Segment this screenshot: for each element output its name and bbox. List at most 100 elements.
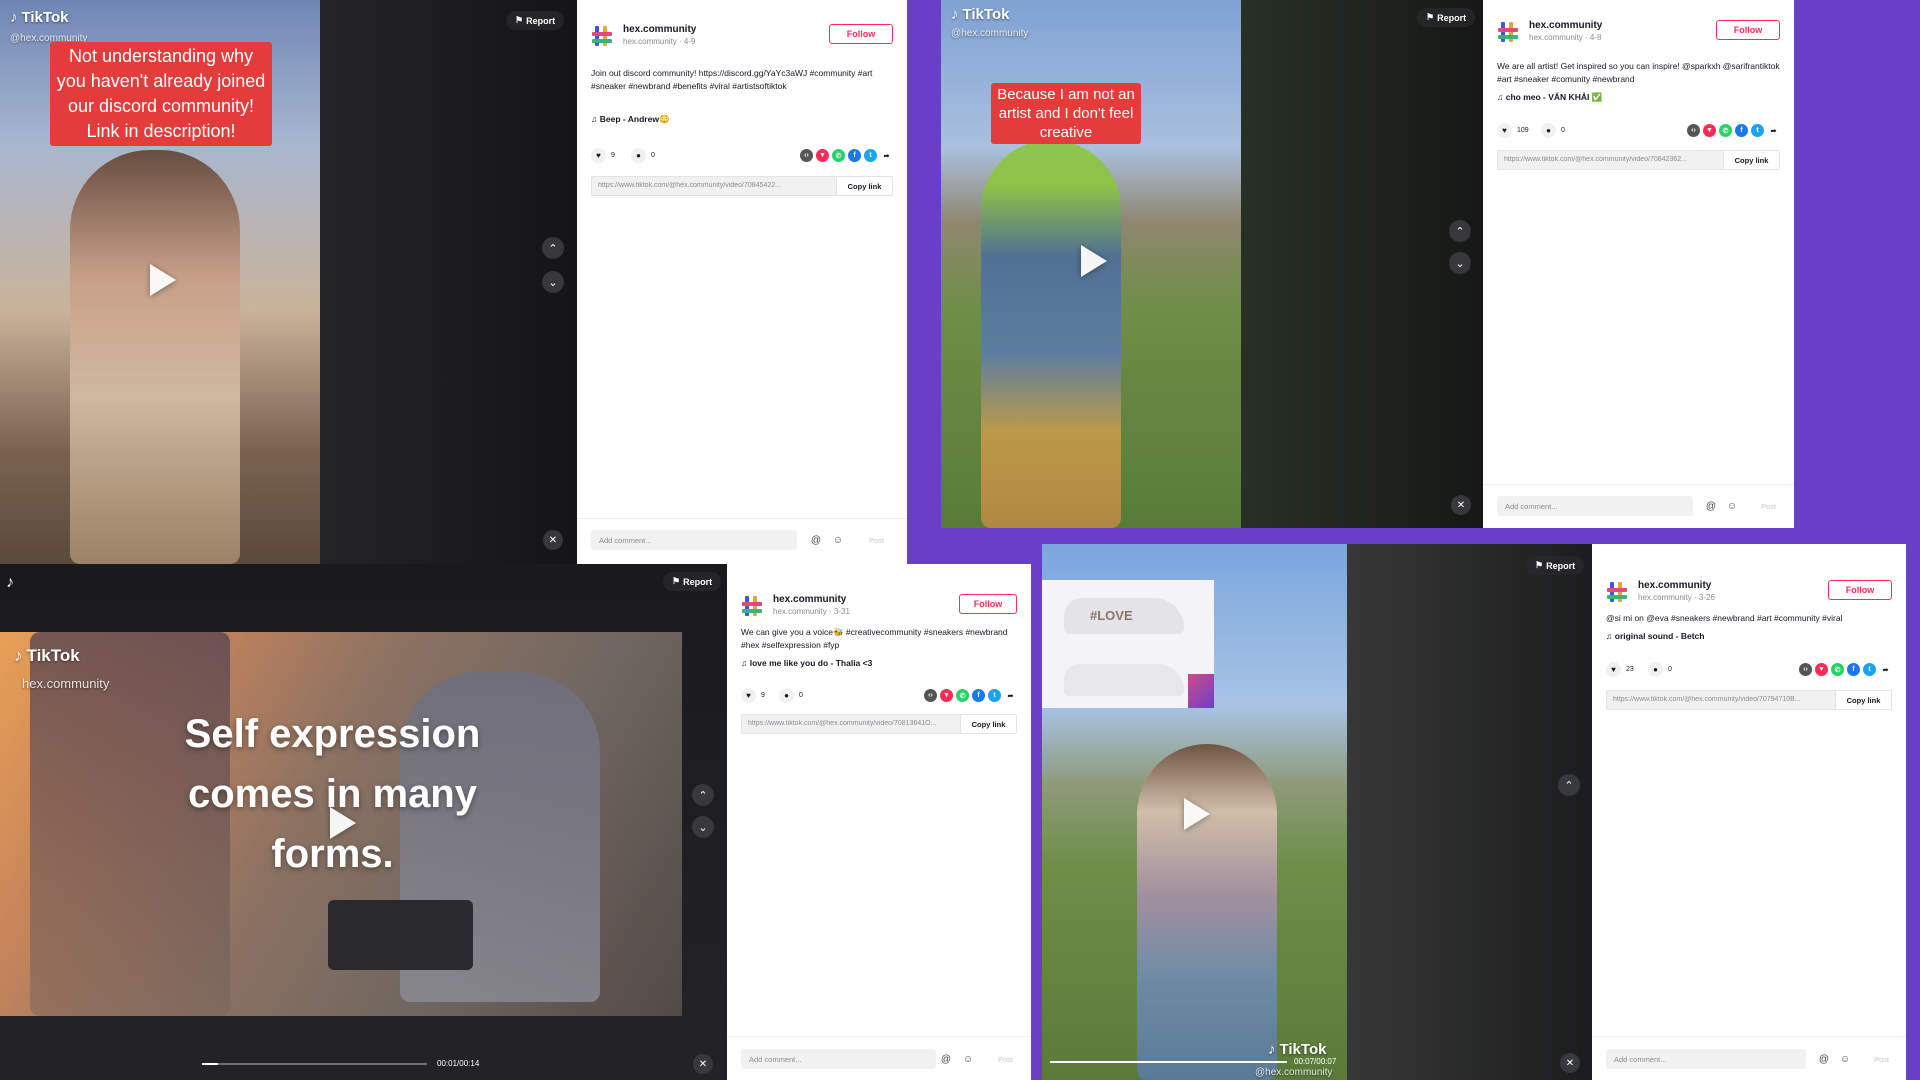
twitter-icon[interactable]: t — [864, 149, 877, 162]
like-stat[interactable]: ♥ 9 — [591, 148, 615, 163]
play-icon[interactable] — [150, 264, 176, 296]
like-stat[interactable]: ♥ 9 — [741, 688, 765, 703]
comment-stat[interactable]: ● 0 — [779, 688, 803, 703]
whatsapp-icon[interactable]: ✆ — [1831, 663, 1844, 676]
video-player[interactable]: ♪ ♪ TikTok hex.community Self expression… — [0, 564, 727, 1080]
post-button[interactable]: Post — [1874, 1055, 1889, 1064]
play-icon[interactable] — [1081, 245, 1107, 277]
embed-icon[interactable]: ‹› — [1687, 124, 1700, 137]
username[interactable]: hex.community — [623, 24, 696, 35]
at-icon[interactable]: @ — [810, 534, 822, 546]
post-description: We can give you a voice🐝 #creativecommun… — [741, 627, 1008, 650]
share-arrow-icon[interactable]: ➦ — [880, 149, 893, 162]
facebook-icon[interactable]: f — [848, 149, 861, 162]
embed-icon[interactable]: ‹› — [924, 689, 937, 702]
embed-icon[interactable]: ‹› — [1799, 663, 1812, 676]
follow-button[interactable]: Follow — [829, 24, 893, 44]
progress-bar[interactable] — [202, 1063, 427, 1065]
post-panel-1: ♪ TikTok @ hex.community Not understandin… — [0, 0, 907, 564]
music-link[interactable]: ♫ Beep - Andrew😳 — [591, 114, 893, 125]
friends-share-icon[interactable]: ▼ — [1703, 124, 1716, 137]
friends-share-icon[interactable]: ▼ — [940, 689, 953, 702]
twitter-icon[interactable]: t — [988, 689, 1001, 702]
chevron-up-icon[interactable]: ⌃ — [1449, 220, 1471, 242]
mute-icon[interactable]: ✕ — [543, 530, 563, 550]
embed-icon[interactable]: ‹› — [800, 149, 813, 162]
at-icon[interactable]: @ — [940, 1053, 952, 1065]
follow-button[interactable]: Follow — [1828, 580, 1892, 600]
report-button[interactable]: ⚑ Report — [1417, 8, 1476, 27]
report-button[interactable]: ⚑ Report — [506, 11, 565, 30]
chevron-up-icon[interactable]: ⌃ — [692, 784, 714, 806]
video-url[interactable]: https://www.tiktok.com/@hex.community/vi… — [1504, 156, 1717, 163]
comment-input[interactable]: Add comment... — [1497, 496, 1693, 516]
username[interactable]: hex.community — [1638, 580, 1711, 591]
music-link[interactable]: ♫ cho meo - VĂN KHẢI ✅ — [1497, 92, 1780, 103]
whatsapp-icon[interactable]: ✆ — [832, 149, 845, 162]
emoji-icon[interactable]: ☺ — [1726, 500, 1738, 512]
like-stat[interactable]: ♥ 109 — [1497, 123, 1529, 138]
video-player[interactable]: #LOVE ⚑ Report ⌃ 00:07/00:07 ♪ TikTok @h… — [1042, 544, 1592, 1080]
emoji-icon[interactable]: ☺ — [832, 534, 844, 546]
video-url[interactable]: https://www.tiktok.com/@hex.community/vi… — [748, 720, 954, 727]
avatar[interactable] — [1497, 20, 1521, 44]
progress-bar[interactable] — [1050, 1061, 1287, 1063]
twitter-icon[interactable]: t — [1751, 124, 1764, 137]
share-arrow-icon[interactable]: ➦ — [1879, 663, 1892, 676]
report-button[interactable]: ⚑ Report — [663, 572, 722, 591]
chevron-down-icon[interactable]: ⌄ — [692, 816, 714, 838]
mute-icon[interactable]: ✕ — [1560, 1053, 1580, 1073]
comment-stat[interactable]: ● 0 — [1541, 123, 1565, 138]
comment-input[interactable]: Add comment... — [741, 1049, 936, 1069]
music-link[interactable]: ♫ original sound - Betch — [1606, 631, 1892, 641]
copy-link-button[interactable]: Copy link — [1723, 151, 1779, 169]
emoji-icon[interactable]: ☺ — [962, 1053, 974, 1065]
username[interactable]: hex.community — [773, 594, 846, 605]
copy-link-button[interactable]: Copy link — [1835, 691, 1891, 709]
comment-input[interactable]: Add comment... — [1606, 1049, 1806, 1069]
whatsapp-icon[interactable]: ✆ — [956, 689, 969, 702]
music-link[interactable]: ♫ love me like you do - Thalia <3 — [741, 658, 1017, 668]
chevron-down-icon[interactable]: ⌄ — [1449, 252, 1471, 274]
avatar[interactable] — [1606, 580, 1630, 604]
comment-stat[interactable]: ● 0 — [1648, 662, 1672, 677]
at-icon[interactable]: @ — [1705, 500, 1717, 512]
follow-button[interactable]: Follow — [1716, 20, 1780, 40]
facebook-icon[interactable]: f — [1847, 663, 1860, 676]
video-url[interactable]: https://www.tiktok.com/@hex.community/vi… — [598, 182, 830, 189]
report-button[interactable]: ⚑ Report — [1526, 556, 1585, 575]
friends-share-icon[interactable]: ▼ — [1815, 663, 1828, 676]
post-button[interactable]: Post — [1761, 502, 1776, 511]
username[interactable]: hex.community — [1529, 20, 1602, 31]
post-button[interactable]: Post — [869, 536, 884, 545]
post-button[interactable]: Post — [998, 1055, 1013, 1064]
play-icon[interactable] — [1184, 798, 1210, 830]
mute-icon[interactable]: ✕ — [693, 1054, 713, 1074]
chevron-up-icon[interactable]: ⌃ — [542, 237, 564, 259]
at-icon[interactable]: @ — [1818, 1053, 1830, 1065]
friends-share-icon[interactable]: ▼ — [816, 149, 829, 162]
copy-link-button[interactable]: Copy link — [836, 177, 892, 195]
video-player[interactable]: ♪ TikTok @hex.community Because I am not… — [941, 0, 1483, 528]
inset-image: #LOVE — [1042, 580, 1214, 708]
like-stat[interactable]: ♥ 23 — [1606, 662, 1634, 677]
twitter-icon[interactable]: t — [1863, 663, 1876, 676]
copy-link-button[interactable]: Copy link — [960, 715, 1016, 733]
comment-stat[interactable]: ● 0 — [631, 148, 655, 163]
video-player[interactable]: ♪ TikTok @hex.community Not understandin… — [0, 0, 577, 564]
facebook-icon[interactable]: f — [1735, 124, 1748, 137]
whatsapp-icon[interactable]: ✆ — [1719, 124, 1732, 137]
facebook-icon[interactable]: f — [972, 689, 985, 702]
chevron-up-icon[interactable]: ⌃ — [1558, 774, 1580, 796]
chevron-down-icon[interactable]: ⌄ — [542, 271, 564, 293]
comment-input[interactable]: Add comment... — [591, 530, 797, 550]
avatar[interactable] — [591, 24, 615, 48]
share-arrow-icon[interactable]: ➦ — [1004, 689, 1017, 702]
video-url[interactable]: https://www.tiktok.com/@hex.community/vi… — [1613, 696, 1829, 703]
avatar[interactable] — [741, 594, 765, 618]
mute-icon[interactable]: ✕ — [1451, 495, 1471, 515]
play-icon[interactable] — [330, 807, 356, 839]
share-arrow-icon[interactable]: ➦ — [1767, 124, 1780, 137]
emoji-icon[interactable]: ☺ — [1839, 1053, 1851, 1065]
follow-button[interactable]: Follow — [959, 594, 1017, 614]
